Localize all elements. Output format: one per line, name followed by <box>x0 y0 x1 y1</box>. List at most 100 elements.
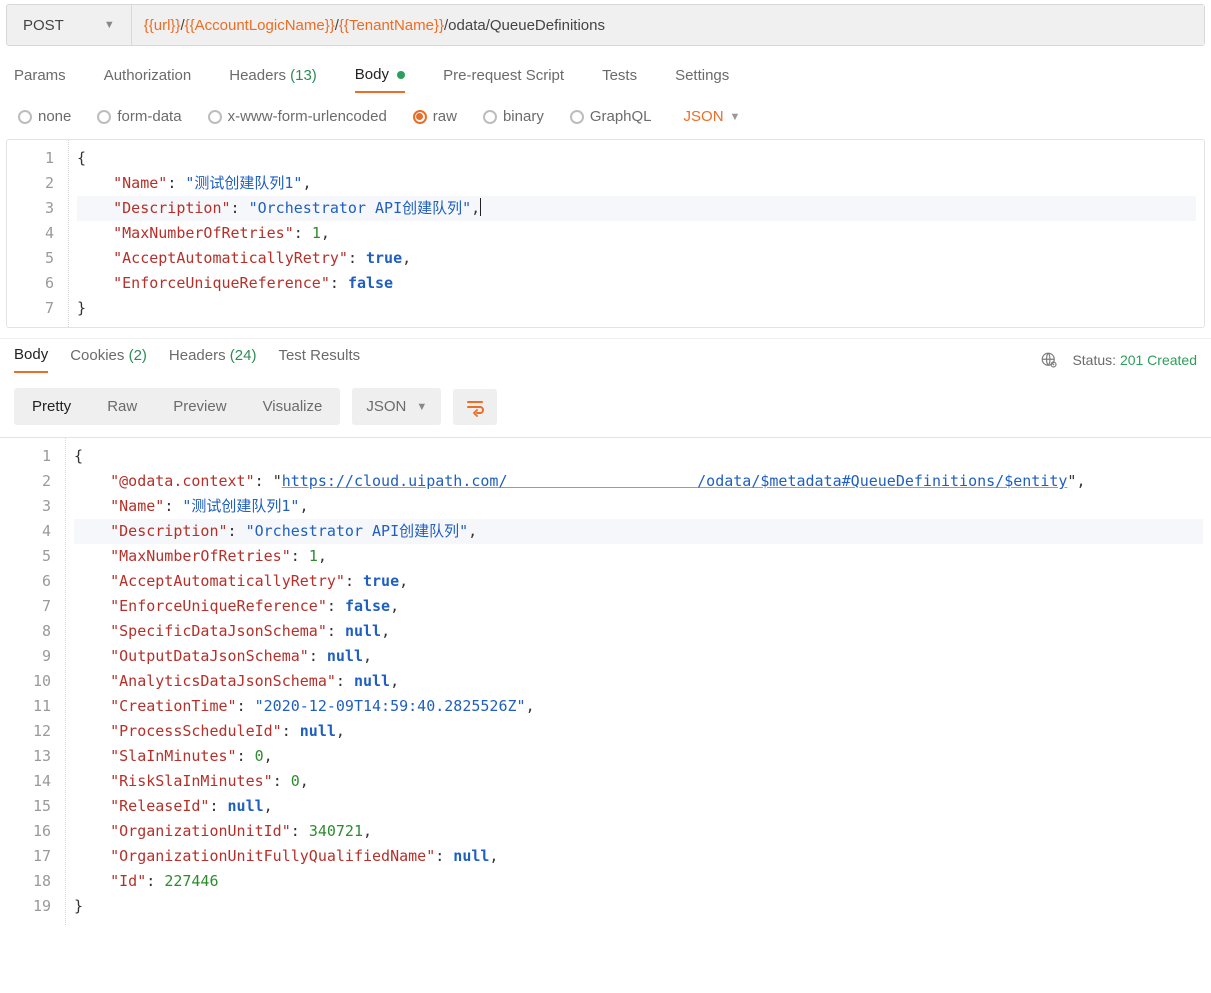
body-type-selector: none form-data x-www-form-urlencoded raw bin… <box>0 98 1211 139</box>
response-format-label: JSON <box>366 398 406 415</box>
line-number: 7 <box>10 594 51 619</box>
body-type-label: x-www-form-urlencoded <box>228 108 387 125</box>
code-line: "Description": "Orchestrator API创建队列", <box>77 196 1196 221</box>
body-type-form[interactable]: form-data <box>97 108 181 125</box>
view-mode-raw[interactable]: Raw <box>89 388 155 425</box>
request-body-editor[interactable]: 1234567 { "Name": "测试创建队列1", "Descriptio… <box>7 140 1204 327</box>
line-number: 13 <box>10 744 51 769</box>
view-mode-preview[interactable]: Preview <box>155 388 244 425</box>
view-mode-pretty[interactable]: Pretty <box>14 388 89 425</box>
response-tabs: Body Cookies (2) Headers (24) Test Results <box>14 346 360 373</box>
code-line: { <box>77 146 1196 171</box>
wrap-lines-button[interactable] <box>453 389 497 425</box>
code-line: } <box>77 296 1196 321</box>
line-number: 5 <box>17 246 54 271</box>
response-view-modes: PrettyRawPreviewVisualize <box>14 388 340 425</box>
radio-icon <box>570 110 584 124</box>
body-type-label: raw <box>433 108 457 125</box>
response-body-panel: 12345678910111213141516171819 { "@odata.… <box>0 437 1211 925</box>
code-line: "OrganizationUnitFullyQualifiedName": nu… <box>74 844 1203 869</box>
line-number: 10 <box>10 669 51 694</box>
tab-label: Authorization <box>104 67 192 84</box>
body-type-binary[interactable]: binary <box>483 108 544 125</box>
line-number: 15 <box>10 794 51 819</box>
response-tab-label: Cookies <box>70 347 124 364</box>
code-line: "ProcessScheduleId": null, <box>74 719 1203 744</box>
response-tab-tests[interactable]: Test Results <box>278 347 360 372</box>
response-tab-cookies[interactable]: Cookies (2) <box>70 347 147 372</box>
code-line: "SpecificDataJsonSchema": null, <box>74 619 1203 644</box>
line-number: 18 <box>10 869 51 894</box>
radio-icon <box>413 110 427 124</box>
code-line: "EnforceUniqueReference": false <box>77 271 1196 296</box>
code-line: "OutputDataJsonSchema": null, <box>74 644 1203 669</box>
response-format-dropdown[interactable]: JSON ▼ <box>352 388 441 425</box>
radio-icon <box>483 110 497 124</box>
line-number: 4 <box>10 519 51 544</box>
url-static: /odata/QueueDefinitions <box>444 17 605 34</box>
code-line: "@odata.context": "https://cloud.uipath.… <box>74 469 1203 494</box>
line-number: 6 <box>17 271 54 296</box>
response-code-area[interactable]: { "@odata.context": "https://cloud.uipat… <box>66 438 1211 925</box>
line-number: 14 <box>10 769 51 794</box>
tab-label: Tests <box>602 67 637 84</box>
status-label: Status: <box>1072 352 1116 368</box>
request-code-area[interactable]: { "Name": "测试创建队列1", "Description": "Orc… <box>69 140 1204 327</box>
tab-count: (13) <box>286 67 317 84</box>
body-type-gql[interactable]: GraphQL <box>570 108 652 125</box>
body-type-xwww[interactable]: x-www-form-urlencoded <box>208 108 387 125</box>
tab-body[interactable]: Body <box>355 66 405 93</box>
code-line: "EnforceUniqueReference": false, <box>74 594 1203 619</box>
tab-tests[interactable]: Tests <box>602 67 637 92</box>
line-number: 8 <box>10 619 51 644</box>
response-tab-body[interactable]: Body <box>14 346 48 373</box>
code-line: "Name": "测试创建队列1", <box>77 171 1196 196</box>
tab-settings[interactable]: Settings <box>675 67 729 92</box>
request-url-bar: POST ▼ {{url}}/{{AccountLogicName}}/{{Te… <box>6 4 1205 46</box>
code-line: "AcceptAutomaticallyRetry": true, <box>74 569 1203 594</box>
tab-headers[interactable]: Headers (13) <box>229 67 317 92</box>
tab-auth[interactable]: Authorization <box>104 67 192 92</box>
http-method-dropdown[interactable]: POST ▼ <box>7 5 132 45</box>
tab-label: Settings <box>675 67 729 84</box>
tab-prereq[interactable]: Pre-request Script <box>443 67 564 92</box>
line-number: 19 <box>10 894 51 919</box>
line-number: 11 <box>10 694 51 719</box>
network-icon[interactable] <box>1040 351 1058 369</box>
code-line: { <box>74 444 1203 469</box>
view-mode-visualize[interactable]: Visualize <box>245 388 341 425</box>
code-line: "Name": "测试创建队列1", <box>74 494 1203 519</box>
code-line: "SlaInMinutes": 0, <box>74 744 1203 769</box>
request-line-gutter: 1234567 <box>7 140 69 327</box>
radio-icon <box>97 110 111 124</box>
body-type-label: binary <box>503 108 544 125</box>
response-line-gutter: 12345678910111213141516171819 <box>0 438 66 925</box>
code-line: "MaxNumberOfRetries": 1, <box>77 221 1196 246</box>
dirty-dot-icon <box>397 71 405 79</box>
tab-label: Params <box>14 67 66 84</box>
body-format-dropdown[interactable]: JSON▼ <box>684 108 741 125</box>
http-method-label: POST <box>23 17 64 34</box>
chevron-down-icon: ▼ <box>104 19 115 31</box>
tab-label: Headers <box>229 67 286 84</box>
line-number: 3 <box>17 196 54 221</box>
code-line: } <box>74 894 1203 919</box>
response-toolbar: PrettyRawPreviewVisualize JSON ▼ <box>0 380 1211 437</box>
response-header-row: BodyCookies (2)Headers (24)Test Results … <box>0 338 1211 380</box>
response-tab-count: (2) <box>124 347 147 364</box>
body-type-none[interactable]: none <box>18 108 71 125</box>
body-type-raw[interactable]: raw <box>413 108 457 125</box>
request-url-input[interactable]: {{url}}/{{AccountLogicName}}/{{TenantNam… <box>132 5 1204 45</box>
tab-params[interactable]: Params <box>14 67 66 92</box>
response-tab-label: Body <box>14 346 48 363</box>
line-number: 6 <box>10 569 51 594</box>
response-body-editor[interactable]: 12345678910111213141516171819 { "@odata.… <box>0 438 1211 925</box>
chevron-down-icon: ▼ <box>730 111 741 123</box>
code-line: "MaxNumberOfRetries": 1, <box>74 544 1203 569</box>
response-tab-count: (24) <box>226 347 257 364</box>
body-type-label: none <box>38 108 71 125</box>
code-line: "OrganizationUnitId": 340721, <box>74 819 1203 844</box>
code-line: "AnalyticsDataJsonSchema": null, <box>74 669 1203 694</box>
response-tab-headers[interactable]: Headers (24) <box>169 347 257 372</box>
request-tabs: Params Authorization Headers (13) Body Pre-… <box>0 60 1211 98</box>
